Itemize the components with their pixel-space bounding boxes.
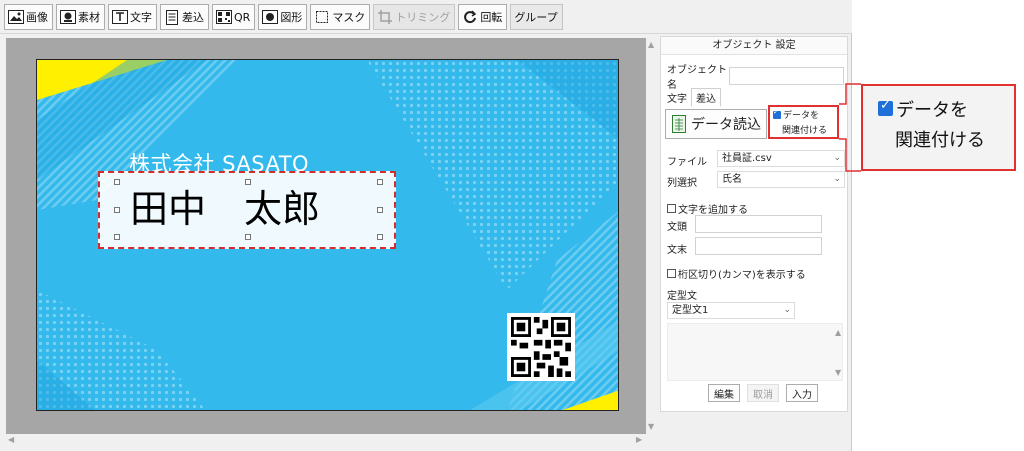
- mask-icon: [314, 9, 330, 25]
- comma-checkbox[interactable]: [667, 269, 676, 278]
- callout-line2: 関連付ける: [895, 130, 985, 151]
- resize-handle[interactable]: [377, 179, 383, 185]
- object-name-label: オブジェクト名: [667, 65, 727, 91]
- shape-button[interactable]: 図形: [258, 4, 308, 30]
- qr-code[interactable]: [507, 313, 575, 381]
- name-text-selection[interactable]: 田中 太郎: [98, 171, 396, 249]
- suffix-input[interactable]: [695, 237, 822, 255]
- mask-button[interactable]: マスク: [310, 4, 371, 30]
- text-button[interactable]: 文字: [108, 4, 157, 30]
- business-card[interactable]: 株式会社 SASATO 田中 太郎: [36, 59, 619, 411]
- suffix-label: 文末: [667, 245, 687, 256]
- object-name-input[interactable]: [729, 67, 844, 85]
- scroll-up-icon[interactable]: ▲: [648, 40, 654, 49]
- link-data-line2: 関連付ける: [782, 126, 828, 136]
- text-icon: [112, 9, 128, 25]
- image-icon: [8, 9, 24, 25]
- tab-row: 文字 差込: [667, 88, 721, 107]
- resize-handle[interactable]: [114, 234, 120, 240]
- crop-icon: [377, 9, 393, 25]
- column-label: 列選択: [667, 178, 697, 189]
- shape-icon: [262, 9, 279, 25]
- vertical-scrollbar[interactable]: ▲ ▼: [646, 38, 658, 434]
- rotate-icon: [462, 9, 478, 25]
- scroll-right-icon[interactable]: ▶: [636, 435, 642, 444]
- link-data-line1: データを: [783, 111, 820, 121]
- image-button[interactable]: 画像: [4, 4, 53, 30]
- qr-button[interactable]: QR: [212, 4, 256, 30]
- material-button[interactable]: 素材: [56, 4, 105, 30]
- tab-text[interactable]: 文字: [667, 89, 691, 106]
- input-button[interactable]: 入力: [786, 384, 818, 402]
- resize-handle[interactable]: [245, 234, 251, 240]
- edit-button[interactable]: 編集: [708, 384, 740, 402]
- resize-handle[interactable]: [377, 207, 383, 213]
- file-label: ファイル: [667, 157, 707, 168]
- scroll-left-icon[interactable]: ◀: [8, 435, 14, 444]
- material-button-label: 素材: [78, 11, 100, 24]
- merge-icon: [164, 9, 180, 25]
- merge-button-label: 差込: [182, 11, 204, 24]
- qr-button-label: QR: [234, 10, 251, 24]
- crop-button-label: トリミング: [395, 11, 451, 24]
- comma-label: 桁区切り(カンマ)を表示する: [678, 270, 806, 281]
- comma-row[interactable]: 桁区切り(カンマ)を表示する: [667, 266, 806, 281]
- add-text-label: 文字を追加する: [678, 205, 748, 216]
- scroll-down-icon[interactable]: ▼: [835, 368, 841, 377]
- group-button[interactable]: グループ: [510, 4, 563, 30]
- fixed-text-preview[interactable]: ▲ ▼: [667, 323, 843, 381]
- add-text-row[interactable]: 文字を追加する: [667, 201, 748, 216]
- app-window: 画像 素材 文字 差込 QR 図形 マスク トリミング 回転 グループ 株式会社…: [0, 0, 852, 451]
- spreadsheet-icon: [672, 115, 686, 133]
- group-button-label: グループ: [514, 11, 558, 24]
- rotate-button[interactable]: 回転: [458, 4, 508, 30]
- design-canvas[interactable]: 株式会社 SASATO 田中 太郎: [6, 38, 650, 434]
- chevron-down-icon: ⌄: [783, 305, 791, 315]
- fixed-text-select[interactable]: 定型文1 ⌄: [667, 302, 795, 319]
- resize-handle[interactable]: [377, 234, 383, 240]
- scroll-up-icon[interactable]: ▲: [835, 328, 841, 337]
- callout-box: ✓ データを 関連付ける: [861, 84, 1016, 171]
- shape-button-label: 図形: [280, 11, 303, 24]
- checkmark-icon: ✓: [880, 98, 891, 113]
- object-name-row: オブジェクト名: [667, 61, 844, 91]
- qr-icon: [216, 9, 232, 25]
- column-select[interactable]: 氏名 ⌄: [717, 171, 845, 188]
- add-text-checkbox[interactable]: [667, 204, 676, 213]
- tab-merge[interactable]: 差込: [691, 88, 721, 107]
- panel-title: オブジェクト 設定: [661, 37, 847, 55]
- crop-button[interactable]: トリミング: [373, 4, 456, 30]
- chevron-down-icon: ⌄: [833, 174, 841, 184]
- name-text: 田中 太郎: [130, 187, 321, 231]
- checkmark-icon: ✓: [773, 108, 779, 116]
- prefix-input[interactable]: [695, 215, 822, 233]
- scroll-down-icon[interactable]: ▼: [648, 422, 654, 431]
- callout-line1: データを: [896, 100, 968, 121]
- merge-button[interactable]: 差込: [160, 4, 209, 30]
- file-select[interactable]: 社員証.csv ⌄: [717, 150, 845, 167]
- load-data-label: データ読込: [691, 117, 761, 133]
- text-button-label: 文字: [130, 11, 152, 24]
- link-data-checkbox-area[interactable]: ✓ データを 関連付ける: [768, 105, 839, 139]
- resize-handle[interactable]: [114, 207, 120, 213]
- rotate-button-label: 回転: [480, 11, 503, 24]
- image-button-label: 画像: [26, 11, 48, 24]
- toolbar: 画像 素材 文字 差込 QR 図形 マスク トリミング 回転 グループ: [0, 0, 852, 34]
- load-data-button[interactable]: データ読込: [665, 109, 767, 139]
- fixed-text-label: 定型文: [667, 291, 697, 302]
- mask-button-label: マスク: [332, 11, 366, 24]
- material-icon: [60, 9, 76, 25]
- horizontal-scrollbar[interactable]: ◀ ▶: [6, 434, 650, 446]
- resize-handle[interactable]: [245, 179, 251, 185]
- object-settings-panel: オブジェクト 設定 オブジェクト名 文字 差込 データ読込 ✓ データを 関連付…: [660, 36, 848, 412]
- prefix-label: 文頭: [667, 222, 687, 233]
- qr-code-icon: [511, 317, 571, 377]
- chevron-down-icon: ⌄: [833, 153, 841, 163]
- cancel-button[interactable]: 取消: [747, 384, 779, 402]
- resize-handle[interactable]: [114, 179, 120, 185]
